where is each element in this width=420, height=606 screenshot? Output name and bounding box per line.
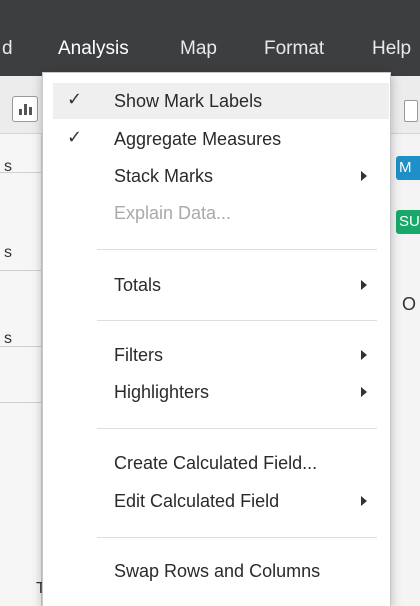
menu-item-swap-rows-and-columns[interactable]: Swap Rows and Columns — [53, 553, 389, 589]
left-panel-label-fragment: s — [4, 330, 12, 347]
menu-item-explain-data: Explain Data... — [53, 195, 389, 231]
menu-item-stack-marks[interactable]: Stack Marks — [53, 158, 389, 194]
show-me-chart-icon[interactable] — [12, 96, 38, 122]
left-side-panel — [0, 134, 42, 606]
menu-item-label: Edit Calculated Field — [114, 491, 280, 511]
left-panel-label-fragment: s — [4, 244, 12, 261]
submenu-arrow-icon — [361, 350, 367, 360]
menu-item-edit-calculated-field[interactable]: Edit Calculated Field — [53, 483, 389, 519]
checkmark-icon: ✓ — [67, 127, 83, 147]
submenu-arrow-icon — [361, 387, 367, 397]
menu-item-label: Create Calculated Field... — [114, 453, 318, 473]
menu-separator — [97, 537, 377, 538]
menu-item-label: Highlighters — [114, 382, 210, 402]
menu-item-highlighters[interactable]: Highlighters — [53, 374, 389, 410]
shelf-pill-measure[interactable]: M — [396, 156, 420, 180]
right-side-panel — [392, 134, 420, 606]
menubar-item-window-fragment[interactable]: d — [2, 36, 13, 62]
menu-item-show-mark-labels[interactable]: ✓ Show Mark Labels — [53, 83, 389, 119]
menu-item-label: Explain Data... — [114, 203, 232, 223]
submenu-arrow-icon — [361, 496, 367, 506]
checkmark-icon: ✓ — [67, 89, 83, 109]
menu-item-create-calculated-field[interactable]: Create Calculated Field... — [53, 445, 389, 481]
menu-item-label: Swap Rows and Columns — [114, 561, 321, 581]
menu-item-label: Filters — [114, 345, 163, 365]
analysis-dropdown-menu: ✓ Show Mark Labels ✓ Aggregate Measures … — [42, 72, 391, 606]
menubar-item-map[interactable]: Map — [180, 36, 217, 62]
menu-separator — [97, 428, 377, 429]
menu-item-aggregate-measures[interactable]: ✓ Aggregate Measures — [53, 121, 389, 157]
menu-item-label: Totals — [114, 275, 162, 295]
shelf-pill-sum[interactable]: SU — [396, 210, 420, 234]
menu-item-label: Show Mark Labels — [114, 91, 263, 111]
menu-item-label: Stack Marks — [114, 166, 214, 186]
menubar-item-help[interactable]: Help — [372, 36, 411, 62]
menubar-item-analysis[interactable]: Analysis — [58, 36, 129, 62]
menu-item-label: Aggregate Measures — [114, 129, 282, 149]
submenu-arrow-icon — [361, 280, 367, 290]
canvas-text-fragment: O — [402, 294, 417, 314]
menu-separator — [97, 249, 377, 250]
menu-item-filters[interactable]: Filters — [53, 337, 389, 373]
menu-item-totals[interactable]: Totals — [53, 267, 389, 303]
left-panel-label-fragment: s — [4, 158, 12, 175]
menu-separator — [97, 320, 377, 321]
menubar-item-format[interactable]: Format — [264, 36, 324, 62]
toolbar-button-fragment[interactable] — [404, 100, 418, 122]
submenu-arrow-icon — [361, 171, 367, 181]
